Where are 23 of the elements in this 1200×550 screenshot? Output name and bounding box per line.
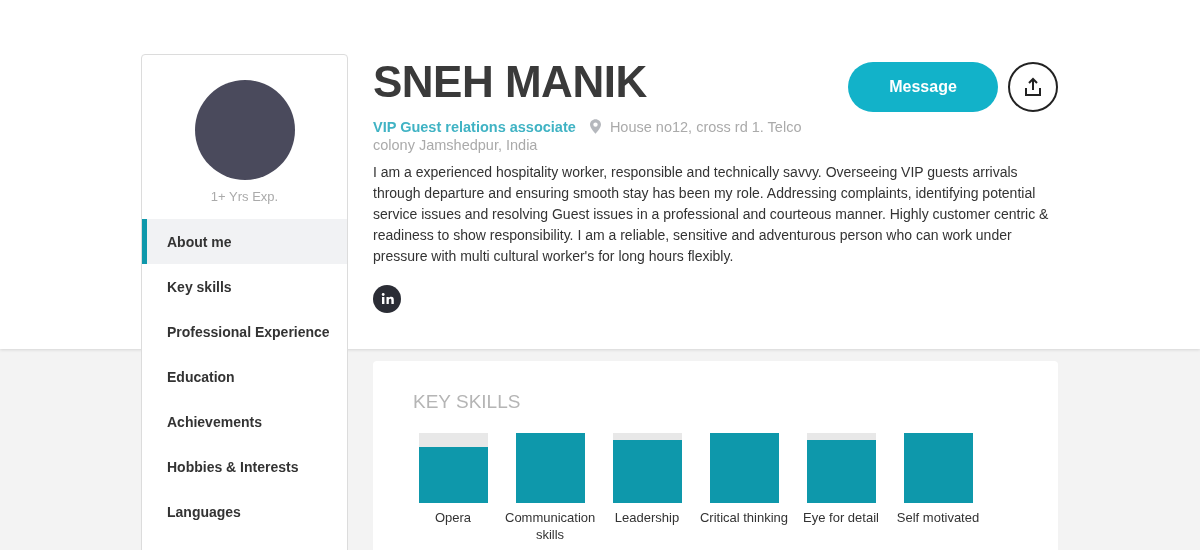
section-heading: KEY SKILLS: [413, 391, 522, 413]
skill-name: Communication skills: [505, 509, 595, 543]
profile-name: SNEH MANIK: [373, 60, 648, 104]
linkedin-icon[interactable]: [373, 285, 401, 313]
skill-name: Self motivated: [895, 509, 981, 526]
about-text: I am a experienced hospitality worker, responsible and technically savvy. Overseeing VIP guests arrivals through departure and ensuring smooth stay has been my role. Addressing complaints, identifying potential service issues and resolving Guest issues in a professional and courteous manner. Highly customer centric & readiness to show responsibility. I am a reliable, sensitive and adventurous person who can work under pressure with multi cultural worker's for long hours flexibly.: [373, 163, 1050, 266]
sidebar-item[interactable]: Languages: [142, 489, 347, 534]
job-title: VIP Guest relations associate: [373, 119, 576, 135]
skill-name: Opera: [433, 509, 473, 526]
sidebar-item[interactable]: About me: [142, 219, 347, 264]
sidebar-item[interactable]: Hobbies & Interests: [142, 444, 347, 489]
address-text: House no12, cross rd 1. Telco: [609, 119, 802, 135]
skill-name: Critical thinking: [699, 509, 789, 526]
address-text: colony Jamshedpur, India: [373, 136, 538, 154]
sidebar-item[interactable]: Key skills: [142, 264, 347, 309]
experience-label: 1+ Yrs Exp.: [210, 189, 279, 204]
share-icon: [1023, 77, 1043, 97]
skill-name: Leadership: [613, 509, 681, 526]
skill-name: Eye for detail: [802, 509, 880, 526]
sidebar-item[interactable]: Education: [142, 354, 347, 399]
location-pin-icon: [589, 119, 601, 134]
sidebar-item[interactable]: Achievements: [142, 399, 347, 444]
sidebar-item[interactable]: Professional Experience: [142, 309, 347, 354]
